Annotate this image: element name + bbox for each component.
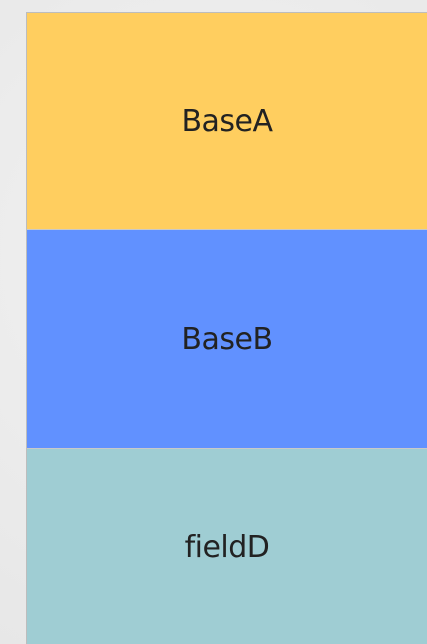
block-base-b-label: BaseB (181, 321, 273, 357)
block-field-d-label: fieldD (184, 529, 270, 565)
block-base-a-label: BaseA (181, 103, 273, 139)
block-field-d: fieldD (27, 449, 427, 644)
block-base-a: BaseA (27, 13, 427, 230)
diagram-canvas: BaseA BaseB fieldD (0, 0, 427, 644)
block-base-b: BaseB (27, 230, 427, 449)
memory-layout-stack: BaseA BaseB fieldD (26, 12, 427, 644)
